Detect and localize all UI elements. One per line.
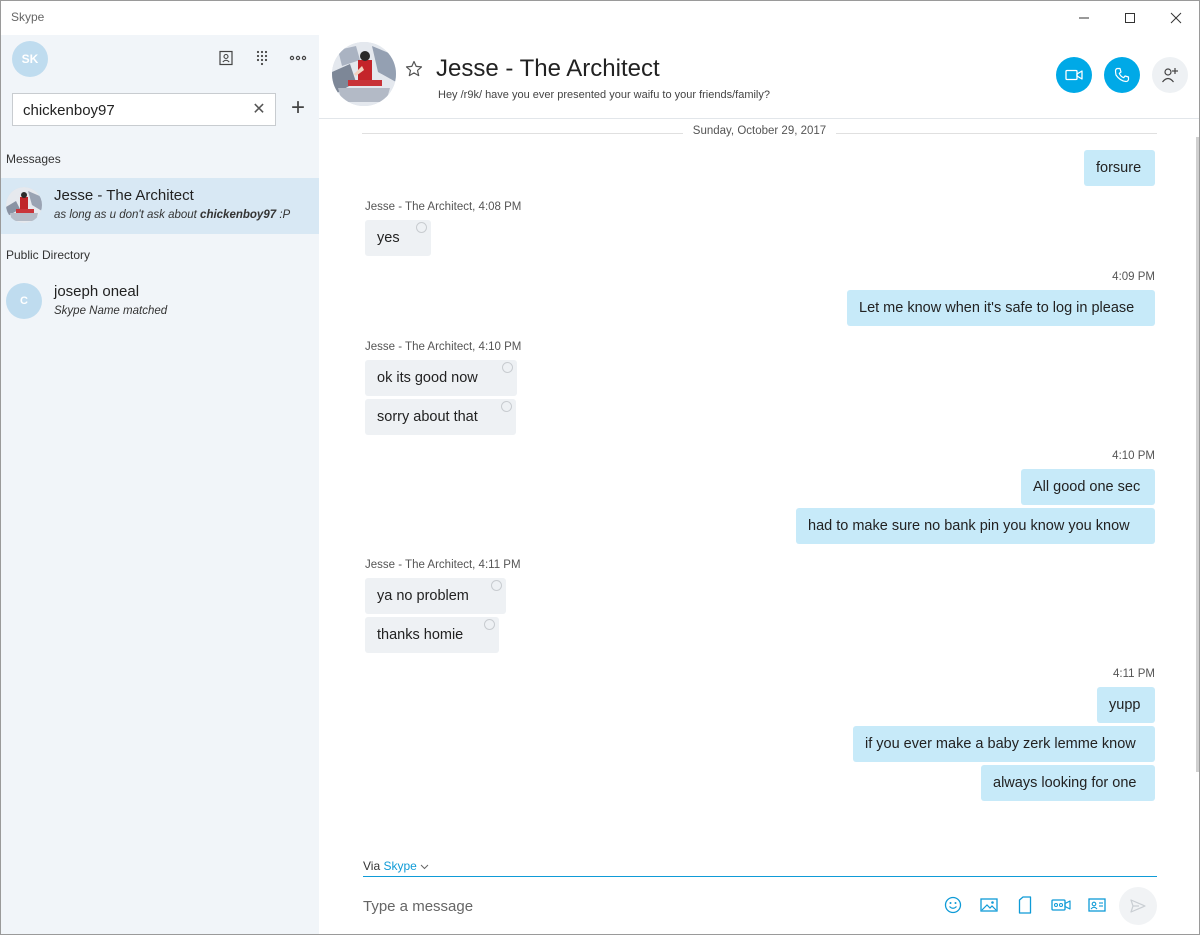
contacts-icon[interactable] (215, 47, 237, 69)
incoming-message[interactable]: ya no problem (365, 578, 506, 614)
new-chat-button[interactable]: + (286, 96, 310, 121)
reaction-icon[interactable] (484, 619, 495, 630)
via-service[interactable]: Skype (383, 859, 416, 873)
search-box[interactable]: ✕ (12, 93, 276, 126)
preview-text: as long as u don't ask about (54, 209, 201, 221)
contact-card-icon[interactable] (1087, 895, 1107, 915)
minimize-icon[interactable] (1061, 1, 1107, 35)
message-meta: Jesse - The Architect, 4:10 PM (365, 341, 522, 353)
reaction-icon[interactable] (502, 362, 513, 373)
outgoing-message[interactable]: if you ever make a baby zerk lemme know (853, 726, 1155, 762)
outgoing-message[interactable]: All good one sec (1021, 469, 1155, 505)
audio-call-icon[interactable] (1104, 57, 1140, 93)
message-time: 4:11 PM (1113, 668, 1155, 680)
image-icon[interactable] (979, 895, 999, 915)
outgoing-message[interactable]: Let me know when it's safe to log in ple… (847, 290, 1155, 326)
window-title: Skype (11, 10, 45, 24)
contact-title[interactable]: Jesse - The Architect (436, 55, 660, 83)
sidebar: SK ✕ + Messages (1, 35, 319, 934)
contact-avatar (6, 187, 42, 223)
incoming-message[interactable]: thanks homie (365, 617, 499, 653)
directory-avatar: C (6, 283, 42, 319)
message-time: 4:10 PM (1112, 450, 1155, 462)
conversation-preview: as long as u don't ask about chickenboy9… (54, 209, 290, 221)
preview-highlight: chickenboy97 (200, 209, 277, 221)
via-label: Via (363, 859, 381, 873)
message-text: ok its good now (377, 370, 478, 386)
incoming-message[interactable]: sorry about that (365, 399, 516, 435)
chevron-down-icon[interactable] (420, 864, 429, 870)
message-text: thanks homie (377, 627, 464, 643)
mood-message: Hey /r9k/ have you ever presented your w… (438, 89, 770, 101)
message-meta: Jesse - The Architect, 4:11 PM (365, 559, 521, 571)
outgoing-message[interactable]: yupp (1097, 687, 1155, 723)
conversation-name: Jesse - The Architect (54, 187, 194, 204)
chat-pane: Jesse - The Architect Hey /r9k/ have you… (319, 35, 1199, 934)
chat-header: Jesse - The Architect Hey /r9k/ have you… (319, 35, 1199, 119)
outgoing-message[interactable]: always looking for one (981, 765, 1155, 801)
public-directory-label: Public Directory (6, 248, 91, 262)
incoming-message[interactable]: yes (365, 220, 431, 256)
date-separator-text: Sunday, October 29, 2017 (362, 125, 1157, 137)
message-time: 4:09 PM (1112, 271, 1155, 283)
reaction-icon[interactable] (416, 222, 427, 233)
add-people-icon[interactable] (1152, 57, 1188, 93)
reaction-icon[interactable] (491, 580, 502, 591)
message-text: sorry about that (377, 409, 478, 425)
date-label: Sunday, October 29, 2017 (682, 125, 837, 137)
emoji-icon[interactable] (943, 895, 963, 915)
file-icon[interactable] (1015, 895, 1035, 915)
favorite-star-icon[interactable] (405, 60, 425, 80)
conversation-item[interactable]: Jesse - The Architect as long as u don't… (1, 178, 319, 234)
header-avatar[interactable] (332, 42, 396, 106)
search-input[interactable] (23, 100, 243, 120)
date-separator: Sunday, October 29, 2017 (362, 125, 1157, 139)
video-message-icon[interactable] (1051, 895, 1071, 915)
via-selector[interactable]: Via Skype (363, 859, 429, 873)
more-icon[interactable] (287, 47, 309, 69)
reaction-icon[interactable] (501, 401, 512, 412)
message-text: ya no problem (377, 588, 469, 604)
directory-item[interactable]: C joseph oneal Skype Name matched (1, 274, 319, 330)
message-text: yes (377, 230, 400, 246)
messages-section-label: Messages (6, 152, 61, 166)
outgoing-message[interactable]: forsure (1084, 150, 1155, 186)
message-input[interactable] (363, 893, 923, 919)
directory-name: joseph oneal (54, 283, 140, 300)
incoming-message[interactable]: ok its good now (365, 360, 517, 396)
message-meta: Jesse - The Architect, 4:08 PM (365, 201, 522, 213)
dialpad-icon[interactable] (251, 47, 273, 69)
close-icon[interactable] (1153, 1, 1199, 35)
preview-text-end: :P (276, 209, 291, 221)
title-bar: Skype (1, 1, 1199, 35)
send-icon[interactable] (1119, 887, 1157, 925)
video-call-icon[interactable] (1056, 57, 1092, 93)
chat-scrollbar[interactable] (1196, 137, 1199, 772)
maximize-icon[interactable] (1107, 1, 1153, 35)
composer-divider (363, 876, 1157, 877)
outgoing-message[interactable]: had to make sure no bank pin you know yo… (796, 508, 1155, 544)
directory-subtitle: Skype Name matched (54, 305, 168, 317)
clear-search-icon[interactable]: ✕ (251, 102, 267, 118)
profile-avatar[interactable]: SK (12, 41, 48, 77)
skype-window: Skype SK ✕ + Messages (0, 0, 1200, 935)
